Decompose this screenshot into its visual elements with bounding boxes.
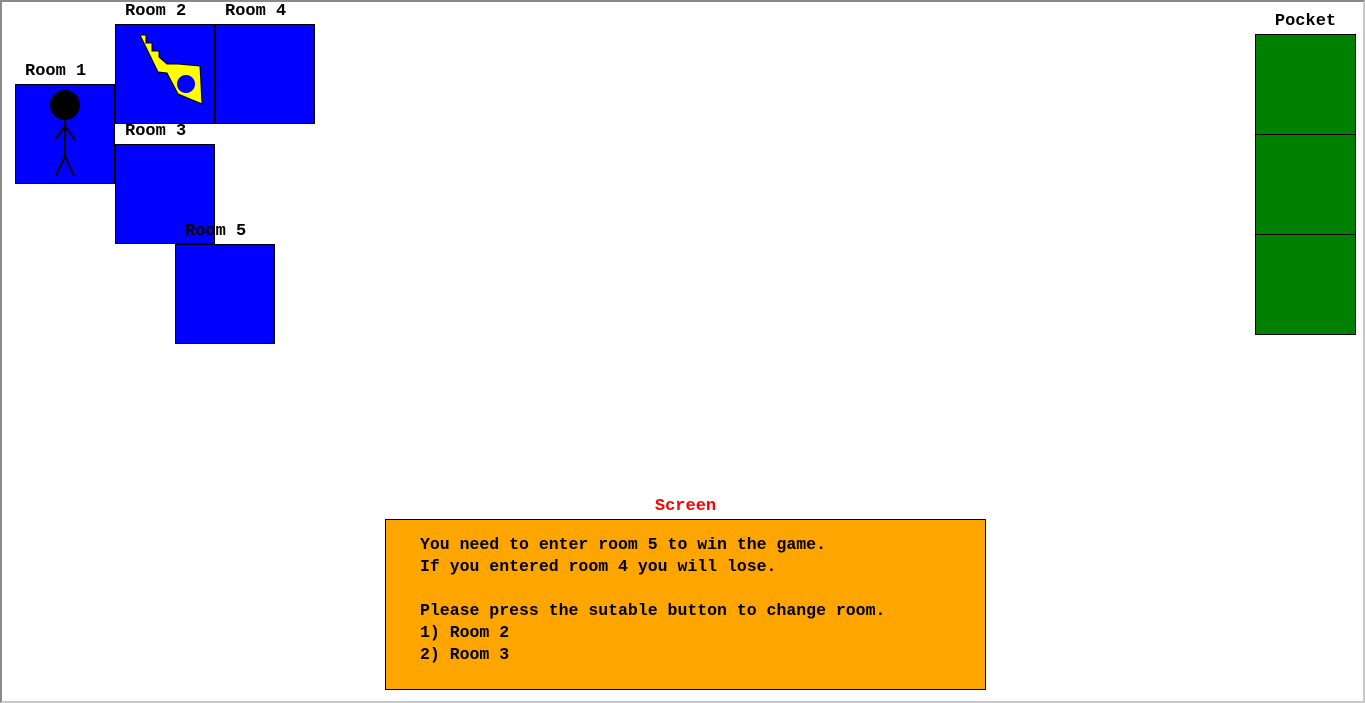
player-icon <box>50 90 80 177</box>
pocket-slot-2[interactable] <box>1256 135 1355 235</box>
room-4-label: Room 4 <box>225 2 287 21</box>
screen-line: If you entered room 4 you will lose. <box>420 557 777 576</box>
screen-title: Screen <box>654 497 717 516</box>
room-1-label: Room 1 <box>25 62 87 81</box>
screen-line: You need to enter room 5 to win the game… <box>420 535 826 554</box>
screen-option: 1) Room 2 <box>420 623 510 642</box>
pocket-slot-1[interactable] <box>1256 35 1355 135</box>
key-icon <box>139 34 203 105</box>
pocket-slot-3[interactable] <box>1256 235 1355 334</box>
screen-line: Please press the sutable button to chang… <box>420 601 886 620</box>
screen-line <box>420 578 985 600</box>
pocket-title: Pocket <box>1274 12 1337 31</box>
room-5 <box>175 244 275 344</box>
room-4 <box>215 24 315 124</box>
room-1 <box>15 84 115 184</box>
screen-option: 2) Room 3 <box>420 645 510 664</box>
message-screen: You need to enter room 5 to win the game… <box>385 519 986 690</box>
room-2-label: Room 2 <box>125 2 187 21</box>
room-5-label: Room 5 <box>185 222 247 241</box>
room-3-label: Room 3 <box>125 122 187 141</box>
room-2 <box>115 24 215 124</box>
pocket-inventory <box>1255 34 1356 335</box>
